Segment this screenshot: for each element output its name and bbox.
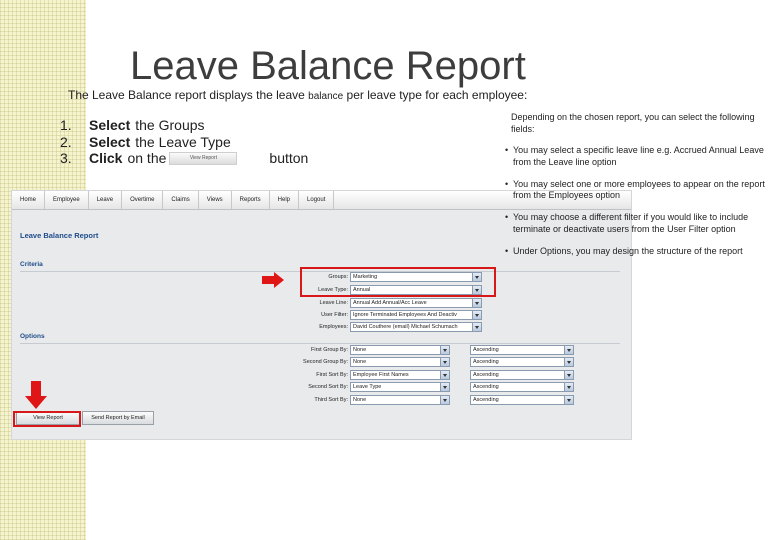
chevron-down-icon[interactable]: [440, 382, 449, 391]
nav-views[interactable]: Views: [199, 191, 232, 209]
nav-home[interactable]: Home: [12, 191, 46, 209]
step-3: 3. Click on the View Report button: [60, 150, 309, 166]
arrow-down-icon: [25, 381, 47, 409]
first-group-by-select[interactable]: None: [350, 344, 450, 355]
options-section-label: Options: [20, 333, 45, 340]
slide-subtitle: The Leave Balance report displays the le…: [68, 88, 528, 102]
third-sort-order-select[interactable]: Ascending: [470, 394, 574, 405]
chevron-down-icon[interactable]: [472, 298, 481, 307]
chevron-down-icon[interactable]: [564, 395, 573, 404]
view-report-button-thumbnail: View Report: [169, 151, 238, 165]
step-2: 2. Select the Leave Type: [60, 133, 231, 150]
send-report-email-button[interactable]: Send Report by Email: [82, 411, 154, 425]
employees-select[interactable]: David Couthere (email) Michael Schumach: [350, 321, 482, 332]
nav-help[interactable]: Help: [270, 191, 300, 209]
chevron-down-icon[interactable]: [440, 357, 449, 366]
chevron-down-icon[interactable]: [440, 345, 449, 354]
chevron-down-icon[interactable]: [440, 395, 449, 404]
nav-overtime[interactable]: Overtime: [122, 191, 164, 209]
chevron-down-icon[interactable]: [472, 322, 481, 331]
first-sort-by-select[interactable]: Employee First Names: [350, 369, 450, 380]
notes-intro: Depending on the chosen report, you can …: [511, 112, 755, 134]
nav-reports[interactable]: Reports: [232, 191, 270, 209]
second-sort-by-select[interactable]: Leave Type: [350, 381, 450, 392]
first-group-order-select[interactable]: Ascending: [470, 344, 574, 355]
slide-title: Leave Balance Report: [130, 44, 526, 88]
nav-employee[interactable]: Employee: [45, 191, 89, 209]
note-item: • You may choose a different filter if yo…: [505, 212, 749, 234]
first-sort-order-select[interactable]: Ascending: [470, 369, 574, 380]
leave-line-select[interactable]: Annual Add Annual/Acc Leave: [350, 297, 482, 308]
chevron-down-icon[interactable]: [564, 382, 573, 391]
note-item: • You may select a specific leave line e.…: [505, 145, 764, 167]
criteria-section-label: Criteria: [20, 261, 43, 268]
chevron-down-icon[interactable]: [564, 370, 573, 379]
nav-leave[interactable]: Leave: [89, 191, 123, 209]
note-item: • You may select one or more employees to…: [505, 178, 765, 201]
nav-claims[interactable]: Claims: [163, 191, 199, 209]
notes-panel: Depending on the chosen report, you can …: [505, 112, 777, 268]
second-group-by-select[interactable]: None: [350, 356, 450, 367]
report-page-title: Leave Balance Report: [20, 231, 99, 240]
chevron-down-icon[interactable]: [564, 357, 573, 366]
step-1: 1. Select the Groups: [60, 117, 205, 133]
third-sort-by-select[interactable]: None: [350, 394, 450, 405]
user-filter-select[interactable]: Ignore Terminated Employees And Deactiv: [350, 309, 482, 320]
steps-list: 1. Select the Groups 2. Select the Leave…: [60, 117, 308, 167]
highlight-box-view-report: [13, 411, 81, 427]
note-item: • Under Options, you may design the struc…: [505, 245, 743, 256]
nav-logout[interactable]: Logout: [299, 191, 335, 209]
chevron-down-icon[interactable]: [440, 370, 449, 379]
chevron-down-icon[interactable]: [472, 310, 481, 319]
arrow-right-icon: [262, 272, 284, 288]
second-sort-order-select[interactable]: Ascending: [470, 381, 574, 392]
highlight-box-criteria: [300, 267, 496, 297]
second-group-order-select[interactable]: Ascending: [470, 356, 574, 367]
chevron-down-icon[interactable]: [564, 345, 573, 354]
